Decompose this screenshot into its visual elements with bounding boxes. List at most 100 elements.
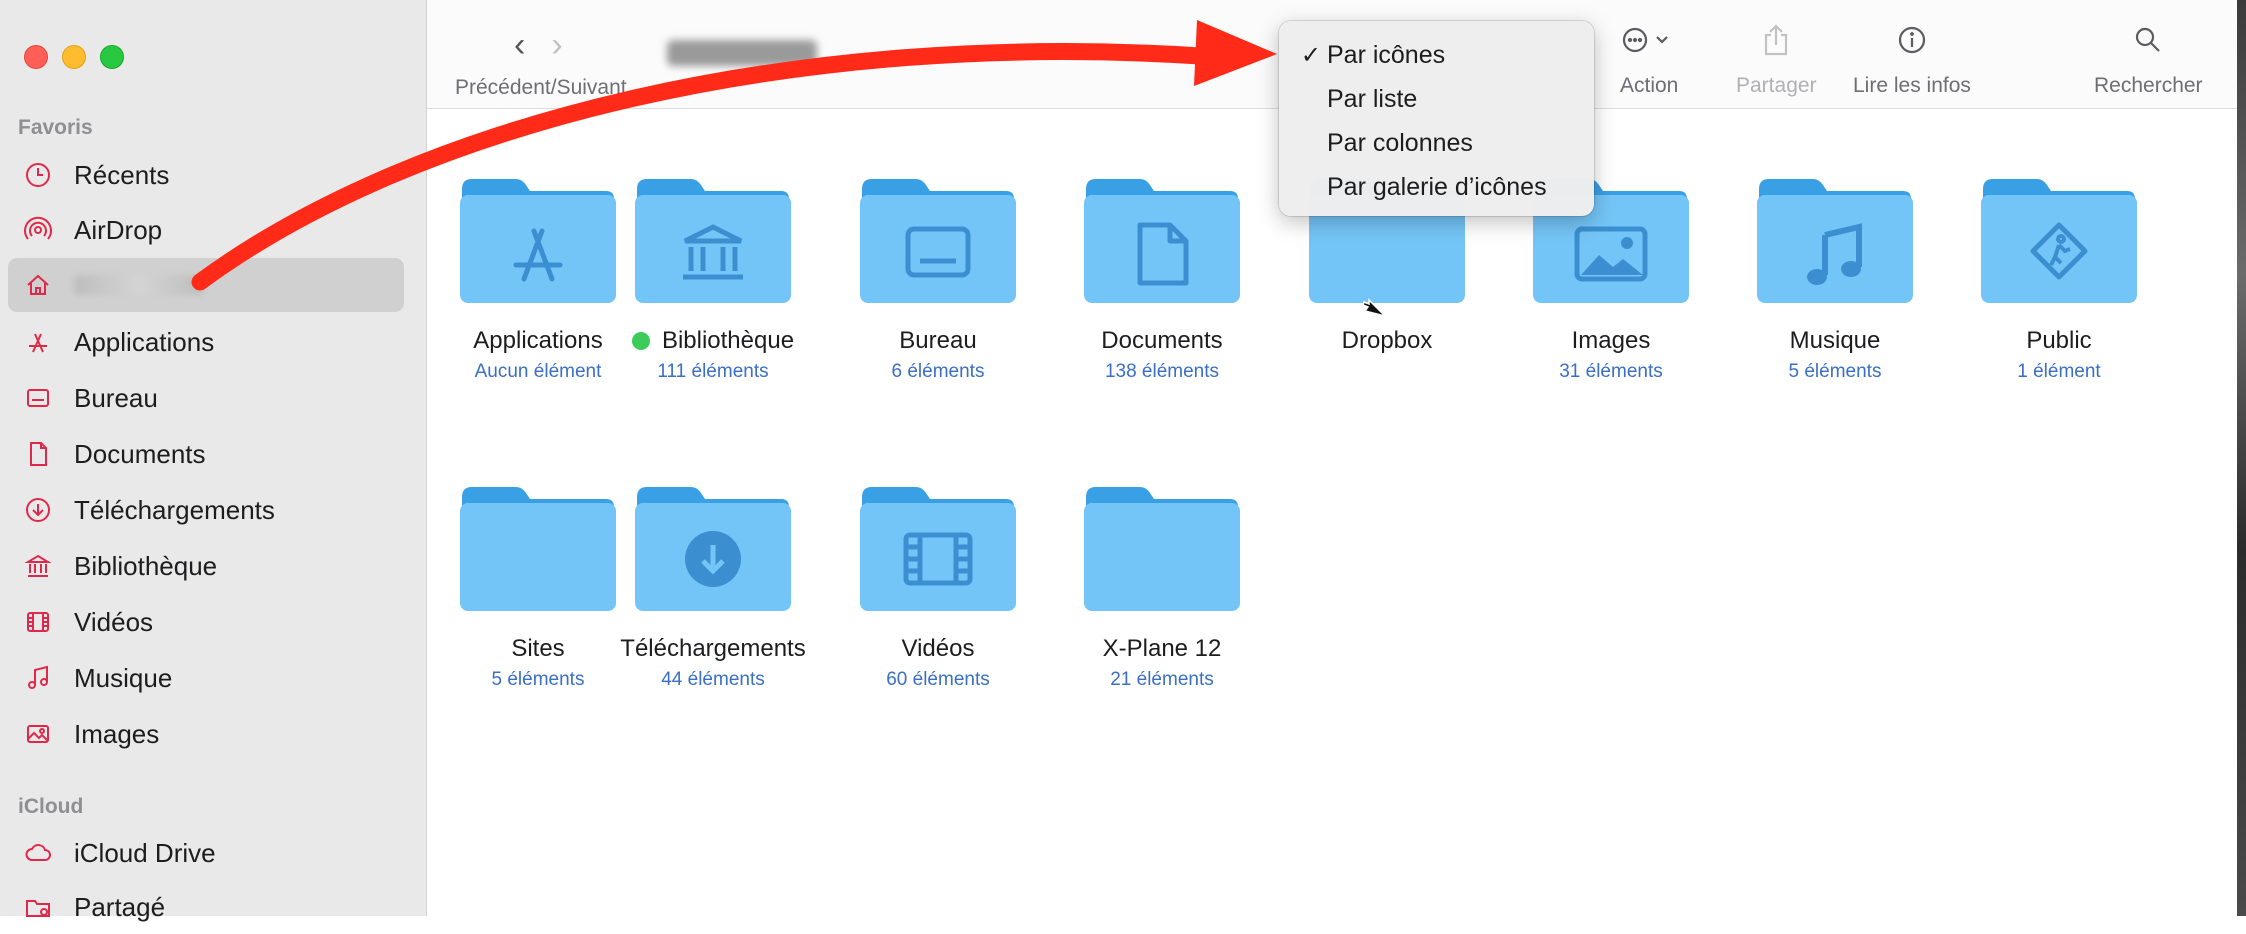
folder-downloads[interactable]: Téléchargements 44 éléments xyxy=(618,477,808,691)
sidebar-item-label: AirDrop xyxy=(74,214,163,245)
sidebar-item-shared[interactable]: Partagé xyxy=(8,880,404,934)
window-controls xyxy=(24,45,124,69)
search-button[interactable]: Rechercher xyxy=(2094,22,2203,98)
sidebar-item-label: Musique xyxy=(74,662,173,693)
clock-icon xyxy=(22,159,54,191)
green-tag-dot xyxy=(631,332,650,350)
sidebar-item-documents[interactable]: Documents xyxy=(8,427,404,481)
sidebar-item-label: Récents xyxy=(74,159,170,190)
folder-name: Musique xyxy=(1789,327,1881,354)
folder-icon xyxy=(635,179,791,303)
folder-count: 5 éléments xyxy=(1788,361,1882,382)
sidebar-item-images[interactable]: Images xyxy=(8,707,404,761)
get-info-button[interactable]: Lire les infos xyxy=(1853,22,1971,98)
menu-item-list[interactable]: Par liste xyxy=(1279,77,1594,121)
folder-name: Vidéos xyxy=(901,635,975,662)
folder-name: Dropbox xyxy=(1341,327,1433,354)
folder-count: 31 éléments xyxy=(1559,361,1663,382)
menu-item-label: Par colonnes xyxy=(1327,128,1473,157)
shared-folder-icon xyxy=(22,891,54,923)
folder-videos[interactable]: Vidéos 60 éléments xyxy=(843,477,1033,691)
folder-count: 44 éléments xyxy=(661,669,765,690)
sidebar-item-library[interactable]: Bibliothèque xyxy=(8,539,404,593)
menu-item-gallery[interactable]: Par galerie d’icônes xyxy=(1279,165,1594,209)
sidebar: Favoris Récents AirDrop Applications Bur… xyxy=(0,0,427,922)
folder-public[interactable]: Public 1 élément xyxy=(1964,169,2154,383)
menu-item-icons[interactable]: ✓ Par icônes xyxy=(1279,33,1594,77)
folder-count: 21 éléments xyxy=(1110,669,1214,690)
menu-item-label: Par liste xyxy=(1327,84,1418,113)
folder-icon xyxy=(1981,179,2137,303)
sidebar-item-downloads[interactable]: Téléchargements xyxy=(8,483,404,537)
zoom-window-button[interactable] xyxy=(100,45,124,69)
share-button[interactable]: Partager xyxy=(1736,22,1817,98)
folder-icon xyxy=(635,487,791,611)
desktop-icon xyxy=(22,382,54,414)
search-label: Rechercher xyxy=(2094,74,2203,97)
folder-icon xyxy=(1084,487,1240,611)
sidebar-item-label: Partagé xyxy=(74,891,166,922)
music-icon xyxy=(22,662,54,694)
action-button[interactable]: Action xyxy=(1620,22,1678,98)
sidebar-item-recents[interactable]: Récents xyxy=(8,148,404,202)
close-window-button[interactable] xyxy=(24,45,48,69)
folder-name: Applications xyxy=(473,327,603,354)
cloud-icon xyxy=(22,837,54,869)
folder-icon xyxy=(460,179,616,303)
folder-count: 111 éléments xyxy=(657,361,769,382)
folder-icon xyxy=(1757,179,1913,303)
redacted-username xyxy=(74,275,204,295)
sidebar-item-home[interactable] xyxy=(8,258,404,312)
search-icon xyxy=(2133,22,2163,58)
folder-count: 138 éléments xyxy=(1104,361,1220,382)
folder-name-row: Bibliothèque xyxy=(631,327,795,355)
folder-name: Bibliothèque xyxy=(661,327,795,354)
sidebar-item-music[interactable]: Musique xyxy=(8,651,404,705)
sidebar-item-airdrop[interactable]: AirDrop xyxy=(8,203,404,257)
forward-arrow-icon[interactable]: › xyxy=(551,28,562,62)
sidebar-section-icloud: iCloud xyxy=(18,795,84,818)
folder-applications[interactable]: Applications Aucun élément xyxy=(443,169,633,383)
folder-count: 5 éléments xyxy=(491,669,585,690)
library-icon xyxy=(22,550,54,582)
sidebar-item-videos[interactable]: Vidéos xyxy=(8,595,404,649)
folder-name: Images xyxy=(1571,327,1651,354)
folder-icon xyxy=(460,487,616,611)
folder-name: Public xyxy=(2026,327,2092,354)
folder-name: Bureau xyxy=(899,327,977,354)
sidebar-item-label: Bibliothèque xyxy=(74,550,218,581)
info-icon xyxy=(1897,22,1927,58)
film-icon xyxy=(22,606,54,638)
sidebar-item-label: Applications xyxy=(74,326,215,357)
sidebar-item-icloud-drive[interactable]: iCloud Drive xyxy=(8,826,404,880)
menu-item-label: Par icônes xyxy=(1327,40,1446,69)
home-icon xyxy=(22,269,54,301)
menu-item-label: Par galerie d’icônes xyxy=(1327,172,1547,201)
folder-count: 60 éléments xyxy=(886,669,990,690)
folder-name: X-Plane 12 xyxy=(1102,635,1222,662)
folder-icon xyxy=(860,179,1016,303)
folder-documents[interactable]: Documents 138 éléments xyxy=(1067,169,1257,383)
sidebar-item-applications[interactable]: Applications xyxy=(8,315,404,369)
download-icon xyxy=(22,494,54,526)
sidebar-section-favorites: Favoris xyxy=(18,116,93,139)
view-options-menu: ✓ Par icônes Par liste Par colonnes Par … xyxy=(1279,21,1594,216)
folder-name: Sites xyxy=(511,635,565,662)
folder-icon xyxy=(860,487,1016,611)
folder-desktop[interactable]: Bureau 6 éléments xyxy=(843,169,1033,383)
share-label: Partager xyxy=(1736,74,1817,97)
navigation-label: Précédent/Suivant xyxy=(455,76,627,99)
minimize-window-button[interactable] xyxy=(62,45,86,69)
back-arrow-icon[interactable]: ‹ xyxy=(514,28,525,62)
sidebar-item-label: iCloud Drive xyxy=(74,837,216,868)
folder-music[interactable]: Musique 5 éléments xyxy=(1740,169,1930,383)
folder-x-plane-12[interactable]: X-Plane 12 21 éléments xyxy=(1067,477,1257,691)
folder-sites[interactable]: Sites 5 éléments xyxy=(443,477,633,691)
folder-count: 1 élément xyxy=(2017,361,2101,382)
folder-library[interactable]: Bibliothèque 111 éléments xyxy=(618,169,808,383)
navigation-buttons: ‹ › xyxy=(514,28,563,62)
sidebar-item-desktop[interactable]: Bureau xyxy=(8,371,404,425)
action-label: Action xyxy=(1620,74,1679,97)
menu-item-columns[interactable]: Par colonnes xyxy=(1279,121,1594,165)
sidebar-item-label: Bureau xyxy=(74,382,158,413)
